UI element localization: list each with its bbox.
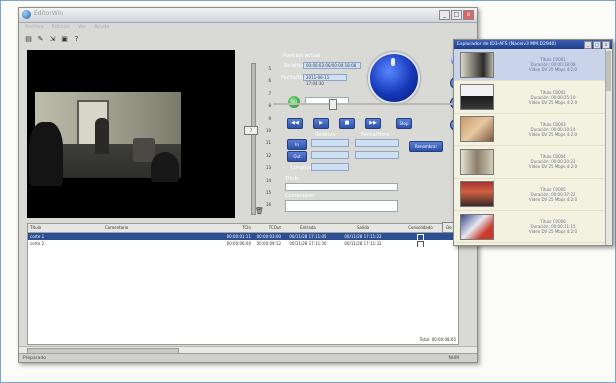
play-button[interactable]: ▶ [313, 118, 329, 129]
clip-format: Vídeo DV 25 Mbps 4:2:0 [528, 196, 578, 202]
in-fecha-field[interactable] [355, 139, 399, 147]
longitud-field[interactable] [311, 163, 349, 171]
clip-format: Vídeo DV 25 Mbps 4:2:0 [528, 67, 578, 73]
renombrar-button[interactable]: Renombrar [409, 141, 443, 152]
mark-in-button[interactable]: In [287, 139, 307, 150]
table-header: Título Comentario TCIn TCOut Entrada Sal… [28, 224, 458, 233]
clip-thumbnail [460, 116, 494, 143]
longitud-label: Longitud [291, 165, 313, 171]
in-relativa-field[interactable] [311, 139, 349, 147]
rewind-button[interactable]: ◀◀ [287, 118, 303, 129]
cuts-table: Título Comentario TCIn TCOut Entrada Sal… [27, 223, 459, 345]
menu-bar: Archivo Edición Ver Ayuda [19, 23, 477, 32]
status-text: Preparado [23, 356, 46, 361]
table-row[interactable]: corte 1 00:00:01:11 00:00:03:00 00/11/28… [28, 233, 458, 240]
relativa-field[interactable]: 00:00:03:06/00:00:18:08 [303, 62, 361, 69]
menu-ayuda[interactable]: Ayuda [94, 23, 109, 32]
go-button[interactable]: GO [288, 96, 300, 108]
close-icon[interactable]: x [463, 10, 474, 20]
forward-button[interactable]: ▶▶ [365, 118, 381, 129]
out-fecha-field[interactable] [355, 151, 399, 159]
explorer-scrollbar[interactable] [605, 49, 612, 245]
clip-format: Vídeo DV 25 Mbps 4:2:0 [528, 131, 578, 137]
status-bar: Preparado NUM [19, 353, 477, 362]
shuttle-track[interactable] [273, 103, 473, 105]
clip-format: Vídeo DV 25 Mbps 4:2:0 [528, 99, 578, 105]
list-item[interactable]: Título C0002 Duración: 00:00:25:10 Vídeo… [454, 81, 612, 114]
clip-format: Vídeo DV 25 Mbps 4:2:0 [528, 229, 578, 235]
consolidado-checkbox[interactable] [417, 240, 424, 247]
clip-format: Vídeo DV 25 Mbps 4:2:0 [528, 164, 578, 170]
help-icon[interactable]: ? [72, 35, 81, 44]
list-item[interactable]: Título C0003 Duración: 00:00:10:14 Vídeo… [454, 114, 612, 147]
video-viewer[interactable] [27, 50, 235, 218]
pause-button[interactable]: ■ [339, 118, 355, 129]
jog-dial[interactable] [368, 52, 420, 104]
clip-thumbnail [460, 51, 494, 78]
import-icon[interactable]: ⇲ [48, 35, 57, 44]
menu-edicion[interactable]: Edición [52, 23, 70, 32]
speed-slider-ticks: 5 6 7 8 9 10 11 12 13 14 15 16 [265, 66, 271, 208]
maximize-icon[interactable]: □ [451, 10, 462, 20]
titulo-label: Título [285, 176, 300, 182]
menu-ver[interactable]: Ver [78, 23, 86, 32]
speed-slider-thumb[interactable]: 7 [244, 126, 258, 135]
posicion-label: Posición actual [283, 53, 321, 59]
relativa-label: Relativa [284, 63, 305, 69]
comentario-field[interactable] [285, 200, 398, 212]
app-logo-icon [22, 10, 31, 19]
list-item[interactable]: Título C0006 Duración: 00:00:11:15 Vídeo… [454, 211, 612, 244]
explorer-title-bar: Explorador de ID3-AFS (Naceiv3 MM.D2940)… [454, 40, 612, 49]
speed-slider-track[interactable] [251, 63, 256, 215]
relativa2-label: Relativa [315, 132, 336, 138]
explorer-title: Explorador de ID3-AFS (Naceiv3 MM.D2940) [457, 42, 557, 47]
shuttle-thumb[interactable] [329, 99, 337, 110]
mark-out-button[interactable]: Out [287, 151, 307, 162]
comentario-label: Comentario [285, 193, 315, 199]
status-num: NUM [448, 356, 459, 361]
editor-window: EditorWin _ □ x Archivo Edición Ver Ayud… [18, 7, 478, 363]
clip-thumbnail [460, 213, 494, 240]
close-icon[interactable]: x [602, 41, 610, 49]
clip-thumbnail [460, 181, 494, 208]
minimize-icon[interactable]: _ [439, 10, 450, 20]
list-item[interactable]: Título C0005 Duración: 00:00:37:22 Vídeo… [454, 179, 612, 211]
stop-button[interactable]: Stop [396, 118, 412, 129]
maximize-icon[interactable]: □ [593, 41, 601, 49]
export-icon[interactable]: ▣ [60, 35, 69, 44]
open-icon[interactable]: ▤ [24, 35, 33, 44]
titulo-field[interactable] [285, 183, 398, 191]
edit-icon[interactable]: ✎ [36, 35, 45, 44]
fecha-field[interactable]: 2011-06-11 17:04:30 [303, 74, 347, 86]
clip-explorer-window: Explorador de ID3-AFS (Naceiv3 MM.D2940)… [453, 39, 613, 246]
toolbar: ▤ ✎ ⇲ ▣ ? [19, 33, 477, 45]
total-duration: Total: 00:00:08:05 [419, 337, 456, 342]
window-title: EditorWin [34, 10, 64, 17]
list-item[interactable]: Título C0001 Duración: 00:00:18:08 Vídeo… [454, 49, 612, 82]
trash-icon[interactable]: 🗑 [255, 207, 264, 215]
window-controls: _ □ x [439, 10, 474, 20]
fecha2-label: Fecha/Hora [361, 132, 390, 138]
clip-thumbnail [460, 84, 494, 111]
out-relativa-field[interactable] [311, 151, 349, 159]
title-bar: EditorWin _ □ x [19, 8, 477, 23]
list-item[interactable]: Título C0004 Duración: 00:00:20:22 Vídeo… [454, 146, 612, 179]
menu-archivo[interactable]: Archivo [25, 23, 44, 32]
minimize-icon[interactable]: _ [584, 41, 592, 49]
video-frame [29, 92, 181, 186]
clip-thumbnail [460, 148, 494, 175]
table-row[interactable]: corte 2 00:00:06:00 00:00:09:12 00/11/28… [28, 240, 458, 247]
